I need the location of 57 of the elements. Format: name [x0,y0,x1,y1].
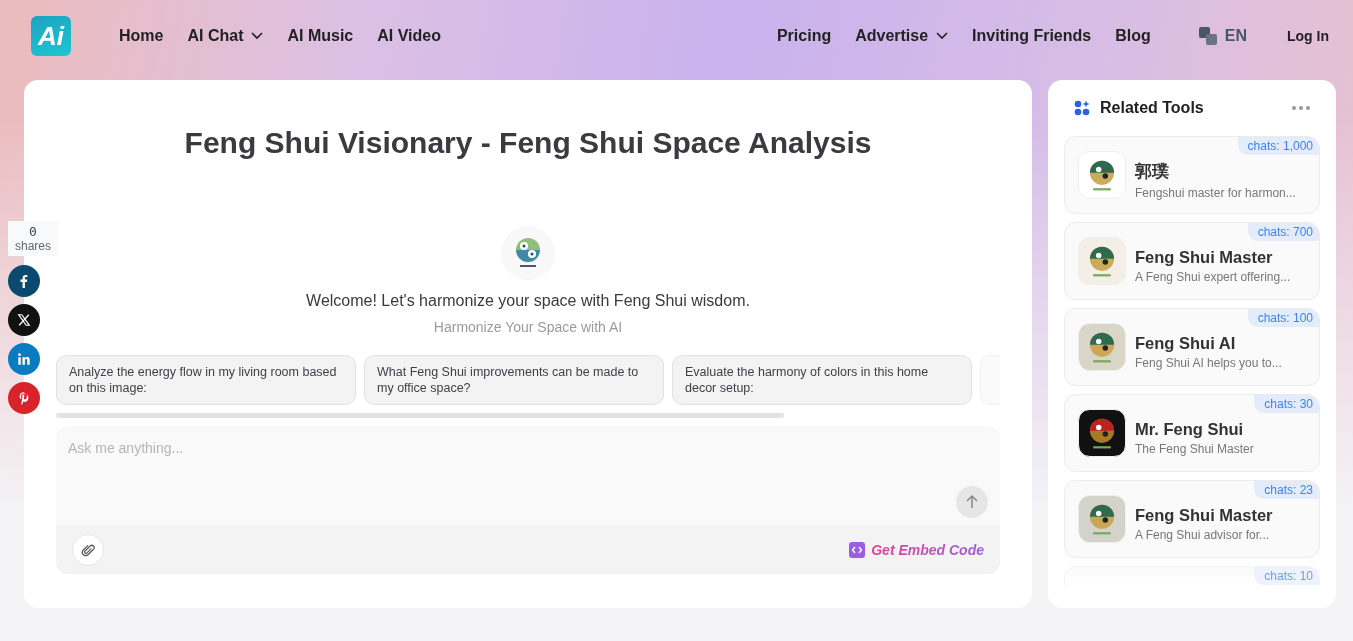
tool-card[interactable]: chats: 30 Mr. Feng Shui The Feng Shui Master [1064,394,1320,472]
nav-link[interactable]: Inviting Friends [972,27,1092,45]
code-icon [849,542,866,558]
nav-link[interactable]: AI Video [377,27,441,45]
tool-name: Feng Shui Master [1135,506,1273,525]
chat-count: chats: 700 [1247,223,1319,241]
chat-count: chats: 1,000 [1237,137,1319,155]
facebook-share-button[interactable] [8,265,40,297]
pinterest-share-button[interactable] [8,382,40,414]
suggestion-chip[interactable]: Analyze the energy flow in my living room based on this image: [56,355,356,405]
tool-card[interactable]: chats: 700 Feng Shui Master A Feng Shui expert offering... [1064,222,1320,300]
nav-link[interactable]: Advertise [855,27,949,45]
message-input[interactable]: Ask me anything... [56,426,1000,526]
panel-title: Related Tools [1100,99,1205,117]
suggestion-chip[interactable]: What Feng Shui improvements can be made to my office space? [364,355,664,405]
nav-link[interactable]: AI Chat [187,27,264,45]
chat-count: chats: 30 [1254,395,1319,413]
attach-button[interactable] [72,534,104,566]
share-label: shares [15,239,51,253]
apps-icon [1074,100,1090,116]
suggestion-chip[interactable]: Evaluate the harmony of colors in this home decor setup: [672,355,972,405]
nav-link[interactable]: Home [119,27,164,45]
chat-count: chats: 10 [1254,567,1319,585]
tool-description: A Feng Shui advisor for... [1135,528,1271,542]
share-count: 0 [29,224,37,239]
translate-icon [1198,27,1217,45]
pinterest-icon [17,391,31,405]
linkedin-icon [17,352,31,366]
tool-description: Feng Shui AI helps you to... [1135,356,1282,370]
paperclip-icon [80,542,96,558]
chat-input-box[interactable]: Ask me anything... Get Embed Code [56,426,1000,574]
scrollbar[interactable] [56,413,784,418]
tool-description: Fengshui master for harmon... [1135,185,1296,200]
tool-description: The Feng Shui Master [1135,442,1254,456]
chat-count: chats: 23 [1254,481,1319,499]
tool-name: 郭璞 [1135,160,1170,182]
nav-link[interactable]: Blog [1115,27,1151,45]
arrow-up-icon [964,494,980,510]
welcome-message: Welcome! Let's harmonize your space with Feng Shui wisdom. [306,292,750,310]
nav-link[interactable]: Pricing [776,27,832,45]
linkedin-share-button[interactable] [8,343,40,375]
login-button[interactable]: Log In [1287,28,1329,44]
tool-name: Feng Shui AI [1135,334,1237,353]
send-button[interactable] [956,486,988,518]
tagline: Harmonize Your Space with AI [433,319,623,335]
tool-card[interactable]: chats: 1,000 郭璞 Fengshui master for harmon... [1064,136,1320,214]
language-button[interactable]: EN [1198,27,1247,45]
x-share-button[interactable] [8,304,40,336]
chat-count: chats: 100 [1247,309,1319,327]
tool-card[interactable]: chats: 100 Feng Shui AI Feng Shui AI helps you to... [1064,308,1320,386]
tool-name: Feng Shui Master [1135,248,1274,267]
x-icon [17,313,31,327]
nav-link[interactable]: AI Music [287,27,354,45]
tool-name: Mr. Feng Shui [1135,420,1245,439]
page-title: Feng Shui Visionary - Feng Shui Space Analysis [184,126,872,160]
tool-description: A Feng Shui expert offering... [1135,270,1291,284]
tool-card[interactable]: chats: 23 Feng Shui Master A Feng Shui advisor for... [1064,480,1320,558]
